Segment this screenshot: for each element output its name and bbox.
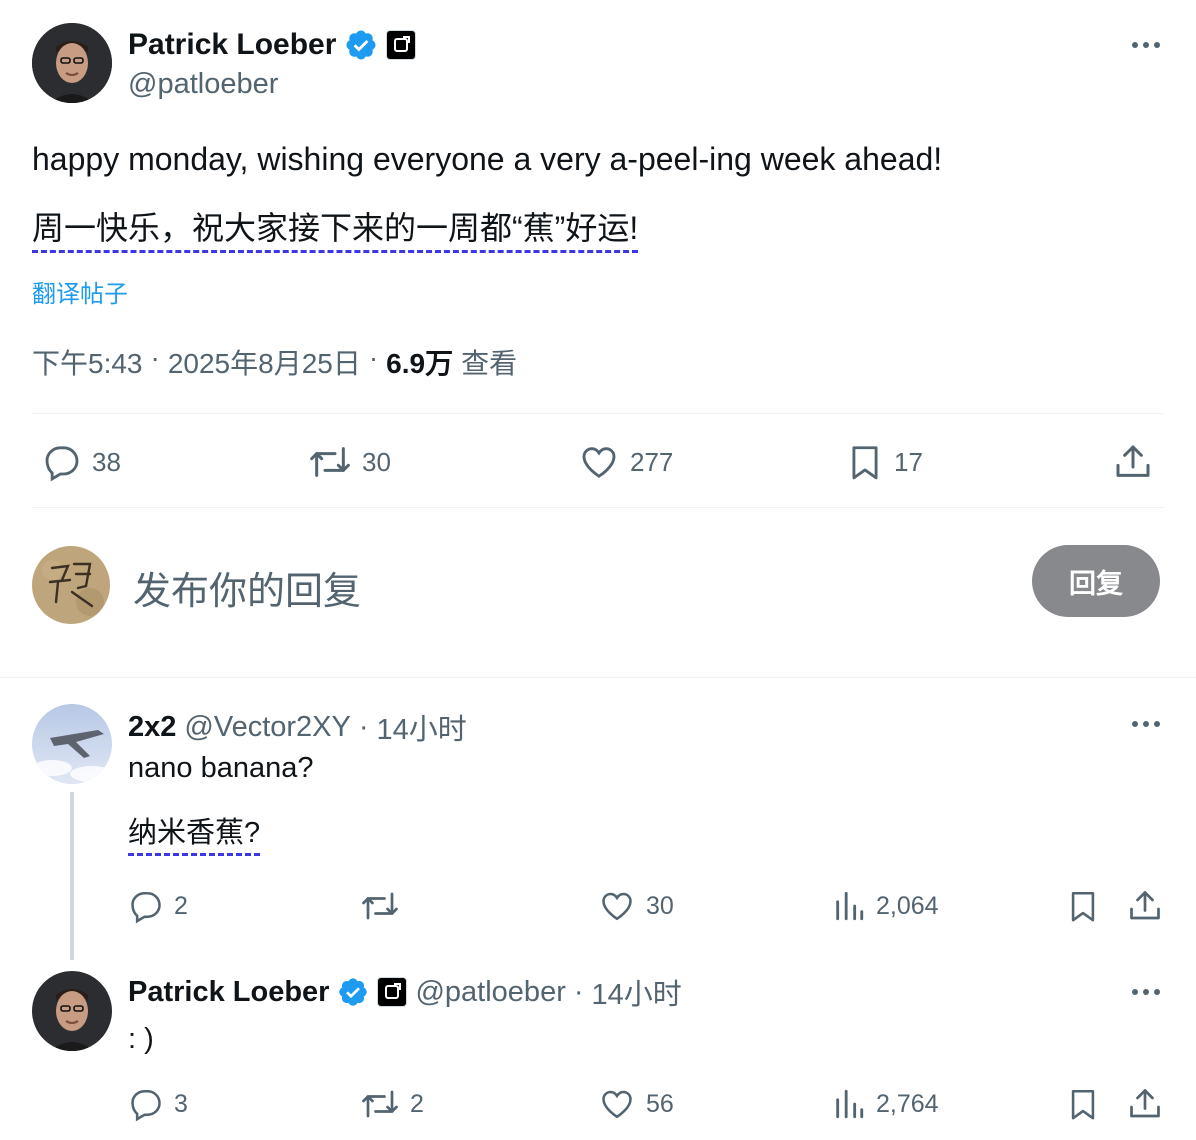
more-icon (1132, 989, 1160, 995)
repost-action[interactable]: 30 (308, 442, 391, 482)
views-count: 2,764 (876, 1089, 939, 1118)
reply-icon (131, 1089, 161, 1122)
post-date[interactable]: 2025年8月25日 (168, 342, 361, 382)
author-handle[interactable]: @patloeber (128, 68, 278, 101)
like-action[interactable]: 30 (598, 888, 674, 924)
divider (32, 413, 1164, 414)
reply-text: : ) (128, 1023, 154, 1055)
like-icon (582, 447, 616, 478)
reply-count: 2 (174, 891, 188, 920)
reply-more-button[interactable] (1130, 985, 1162, 1003)
views-icon (836, 1089, 864, 1119)
repost-icon (362, 892, 398, 920)
post-metadata: 下午5:43 · 2025年8月25日 · 6.9万 查看 (32, 342, 517, 382)
like-count: 30 (646, 891, 674, 920)
meta-separator: · (150, 342, 160, 373)
repost-count: 30 (362, 446, 391, 477)
verified-badge-icon[interactable] (344, 28, 378, 62)
views-label: 查看 (461, 348, 518, 379)
share-icon (1130, 891, 1160, 920)
bookmark-action[interactable] (1066, 888, 1100, 924)
repost-action[interactable]: 2 (360, 1086, 424, 1122)
reply-author-avatar[interactable] (32, 704, 112, 784)
share-icon (1130, 1089, 1160, 1118)
like-count: 56 (646, 1089, 674, 1118)
like-icon (602, 892, 632, 921)
reply-action[interactable]: 3 (128, 1086, 188, 1122)
share-action[interactable] (1127, 1086, 1163, 1122)
views-count: 6.9万 (386, 348, 454, 379)
like-action[interactable]: 56 (598, 1086, 674, 1122)
affiliate-badge-icon[interactable] (377, 977, 408, 1007)
thread-line (70, 792, 74, 960)
author-name-row: Patrick Loeber (128, 27, 417, 63)
like-count: 277 (630, 446, 674, 477)
views-count: 2,064 (876, 891, 939, 920)
translated-text-content: 纳米香蕉? (128, 817, 261, 856)
reply-input[interactable]: 发布你的回复 (133, 560, 361, 615)
reply-author-avatar[interactable] (32, 971, 112, 1051)
reply-time[interactable]: 14小时 (592, 971, 682, 1013)
reply-button[interactable]: 回复 (1032, 545, 1160, 617)
views-icon (836, 891, 864, 921)
reply-author-handle[interactable]: @patloeber (415, 976, 565, 1009)
share-icon (1116, 445, 1150, 477)
bookmark-action[interactable] (1066, 1086, 1100, 1122)
reply-more-button[interactable] (1130, 717, 1162, 735)
reply-author-name[interactable]: 2x2 (128, 711, 176, 744)
reply-author-name[interactable]: Patrick Loeber (128, 976, 329, 1009)
post-translated-text: 周一快乐，祝大家接下来的一周都“蕉”好运! (32, 203, 639, 253)
bookmark-icon (1071, 1089, 1095, 1120)
bookmark-icon (852, 446, 878, 480)
repost-icon (310, 447, 350, 477)
views-action[interactable]: 2,764 (832, 1086, 939, 1122)
reply-header: 2x2 @Vector2XY · 14小时 (128, 706, 467, 748)
reply-translated-text: 纳米香蕉? (128, 809, 261, 856)
repost-count: 2 (410, 1089, 424, 1118)
views-action[interactable]: 2,064 (832, 888, 939, 924)
repost-icon (362, 1090, 398, 1118)
author-avatar[interactable] (32, 23, 112, 103)
bookmark-icon (1071, 891, 1095, 922)
affiliate-badge-icon[interactable] (386, 30, 417, 60)
repost-action[interactable] (360, 888, 410, 924)
meta-separator: · (368, 342, 379, 373)
verified-badge-icon[interactable] (337, 976, 369, 1008)
reply-icon (45, 446, 79, 482)
more-icon (1132, 721, 1160, 727)
reply-count: 3 (174, 1089, 188, 1118)
reply-text: nano banana? (128, 752, 314, 784)
post-text: happy monday, wishing everyone a very a-… (32, 141, 943, 177)
avatar-image (32, 23, 112, 103)
author-name[interactable]: Patrick Loeber (128, 28, 336, 62)
reply-time[interactable]: 14小时 (377, 706, 467, 748)
reply-icon (131, 891, 161, 924)
translate-post-link[interactable]: 翻译帖子 (32, 274, 128, 309)
reply-action[interactable]: 2 (128, 888, 188, 924)
current-user-avatar[interactable] (32, 546, 110, 624)
translated-text-content: 周一快乐，祝大家接下来的一周都“蕉”好运! (32, 210, 639, 253)
reply-count: 38 (92, 446, 121, 477)
bookmark-count: 17 (894, 446, 923, 477)
reply-header: Patrick Loeber @patloeber · 14小时 (128, 971, 682, 1013)
avatar-image (32, 971, 112, 1051)
meta-separator: · (573, 975, 584, 1008)
bookmark-action[interactable]: 17 (846, 442, 923, 482)
meta-separator: · (358, 710, 369, 743)
post-more-button[interactable] (1130, 38, 1162, 56)
share-action[interactable] (1127, 888, 1163, 924)
more-icon (1132, 42, 1160, 48)
divider (32, 507, 1164, 508)
like-icon (602, 1090, 632, 1119)
avatar-image (32, 546, 110, 624)
share-action[interactable] (1113, 442, 1153, 482)
divider (0, 677, 1196, 678)
post-time[interactable]: 下午5:43 (32, 342, 143, 382)
like-action[interactable]: 277 (578, 442, 673, 482)
reply-author-handle[interactable]: @Vector2XY (184, 711, 350, 744)
avatar-image (32, 704, 112, 784)
reply-action[interactable]: 38 (42, 442, 121, 482)
